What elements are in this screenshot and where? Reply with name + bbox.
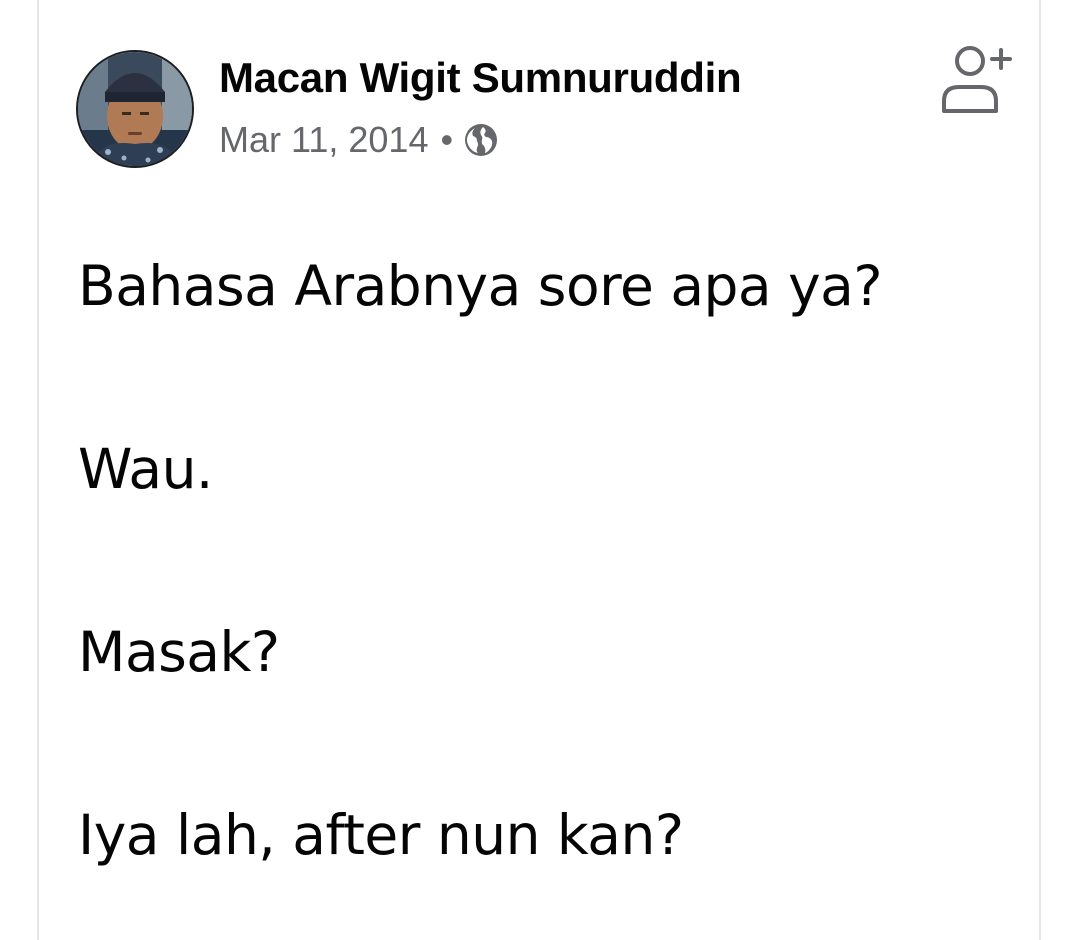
post-line: Bahasa Arabnya sore apa ya? bbox=[78, 254, 883, 318]
post-line: Masak? bbox=[78, 620, 280, 684]
add-friend-icon bbox=[942, 46, 1012, 113]
globe-icon[interactable] bbox=[463, 122, 499, 158]
post-body: Bahasa Arabnya sore apa ya? Wau. Masak? … bbox=[78, 242, 1018, 879]
post-date[interactable]: Mar 11, 2014 bbox=[219, 118, 428, 162]
post-line: Iya lah, after nun kan? bbox=[78, 803, 684, 867]
meta-separator: • bbox=[440, 119, 454, 160]
avatar[interactable] bbox=[76, 50, 194, 168]
author-name[interactable]: Macan Wigit Sumnuruddin bbox=[219, 54, 742, 102]
post-screen: Macan Wigit Sumnuruddin Mar 11, 2014 • B… bbox=[0, 0, 1080, 940]
add-friend-button[interactable] bbox=[935, 42, 1015, 118]
post-meta: Mar 11, 2014 • bbox=[219, 118, 499, 162]
post-line: Wau. bbox=[78, 437, 213, 501]
avatar-photo bbox=[78, 52, 192, 166]
